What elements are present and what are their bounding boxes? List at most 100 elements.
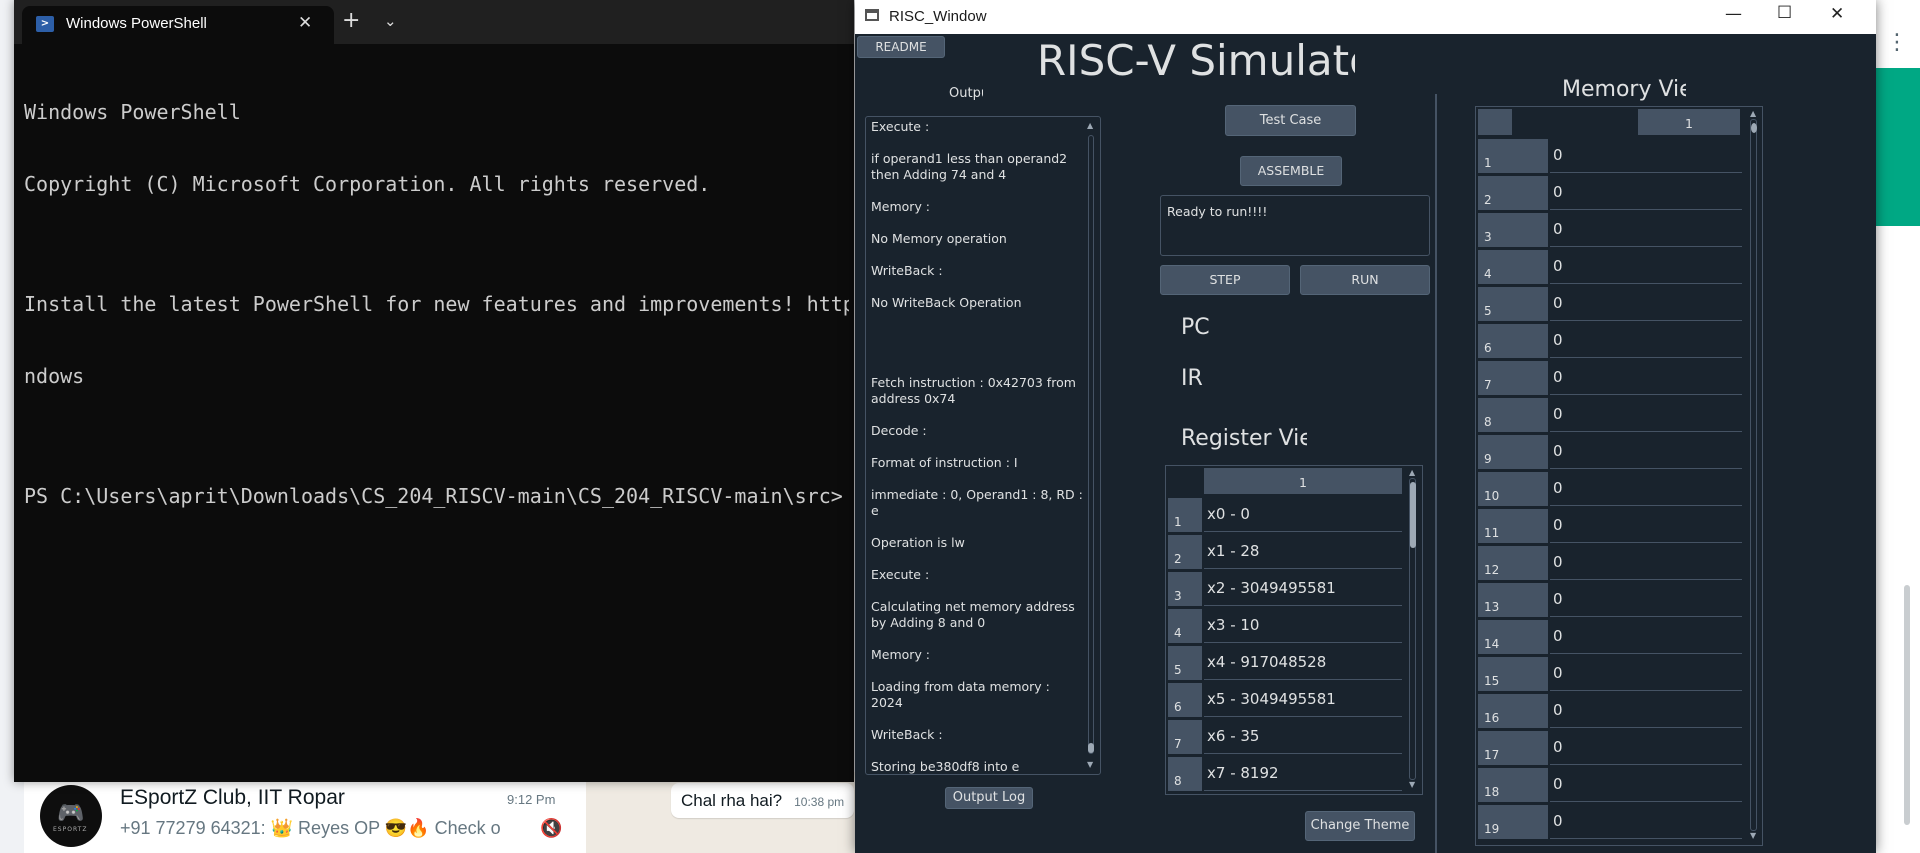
row-header: 16	[1478, 694, 1548, 728]
table-cell[interactable]: 0	[1550, 248, 1742, 284]
powershell-tab[interactable]: > Windows PowerShell ✕	[22, 6, 334, 44]
table-cell[interactable]: 0	[1550, 729, 1742, 765]
table-cell[interactable]: 0	[1550, 507, 1742, 543]
step-button[interactable]: STEP	[1160, 265, 1290, 295]
table-row[interactable]: 18 0	[1476, 766, 1742, 802]
table-row[interactable]: 14 0	[1476, 618, 1742, 654]
maximize-icon[interactable]: ☐	[1777, 3, 1792, 23]
table-cell[interactable]: 0	[1550, 766, 1742, 802]
table-row[interactable]: 4 x3 - 10	[1166, 607, 1402, 643]
chevron-down-icon[interactable]: ⌄	[384, 12, 397, 30]
table-cell[interactable]: x1 - 28	[1204, 533, 1402, 569]
table-row[interactable]: 5 x4 - 917048528	[1166, 644, 1402, 680]
register-table[interactable]: 1 1 x0 - 0 2 x1 - 28 3 x2 - 3049495581 4…	[1165, 465, 1423, 795]
table-row[interactable]: 16 0	[1476, 692, 1742, 728]
table-cell[interactable]: 0	[1550, 544, 1742, 580]
table-row[interactable]: 10 0	[1476, 470, 1742, 506]
table-cell[interactable]: x5 - 3049495581	[1204, 681, 1402, 717]
memory-value: 0	[1553, 590, 1563, 608]
scroll-up-icon[interactable]: ▲	[1409, 468, 1415, 477]
table-cell[interactable]: 0	[1550, 174, 1742, 210]
scroll-thumb[interactable]	[1088, 743, 1094, 753]
close-tab-icon[interactable]: ✕	[298, 13, 312, 33]
memory-scrollbar[interactable]: ▲ ▼	[1748, 109, 1760, 843]
minimize-icon[interactable]: —	[1725, 4, 1742, 24]
table-cell[interactable]: x4 - 917048528	[1204, 644, 1402, 680]
table-cell[interactable]: 0	[1550, 359, 1742, 395]
output-log-button[interactable]: Output Log	[945, 787, 1033, 809]
table-row[interactable]: 19 0	[1476, 803, 1742, 839]
table-cell[interactable]: 0	[1550, 211, 1742, 247]
table-row[interactable]: 17 0	[1476, 729, 1742, 765]
table-cell[interactable]: 0	[1550, 285, 1742, 321]
table-row[interactable]: 8 x7 - 8192	[1166, 755, 1402, 791]
table-row[interactable]: 11 0	[1476, 507, 1742, 543]
output-panel[interactable]: Execute : if operand1 less than operand2…	[865, 116, 1101, 775]
output-line: Loading from data memory : 2024	[871, 679, 1050, 710]
table-row[interactable]: 1 x0 - 0	[1166, 496, 1402, 532]
terminal-line: Copyright (C) Microsoft Corporation. All…	[24, 172, 711, 196]
assemble-button[interactable]: ASSEMBLE	[1240, 156, 1342, 186]
memory-table[interactable]: 1 1 0 2 0 3 0 4 0 5 0 6 0 7 0 8 0 9 0 10 0 11 0 12 0 13 0 14 0 15 0 16…	[1475, 106, 1763, 846]
whatsapp-scrollbar[interactable]	[1904, 585, 1910, 825]
table-cell[interactable]: 0	[1550, 433, 1742, 469]
table-cell[interactable]: 0	[1550, 618, 1742, 654]
status-box[interactable]: Ready to run!!!!	[1160, 195, 1430, 256]
table-row[interactable]: 60	[1476, 322, 1742, 358]
register-scrollbar[interactable]: ▲ ▼	[1407, 468, 1419, 792]
scroll-thumb[interactable]	[1751, 123, 1757, 133]
scroll-thumb[interactable]	[1410, 482, 1416, 548]
table-row[interactable]: 50	[1476, 285, 1742, 321]
table-row[interactable]: 13 0	[1476, 581, 1742, 617]
header-gap	[1550, 117, 1638, 135]
scroll-down-icon[interactable]: ▼	[1409, 780, 1415, 789]
table-row[interactable]: 90	[1476, 433, 1742, 469]
scroll-track[interactable]	[1750, 119, 1757, 831]
table-cell[interactable]: 0	[1550, 137, 1742, 173]
table-row[interactable]: 3 x2 - 3049495581	[1166, 570, 1402, 606]
table-cell[interactable]: 0	[1550, 322, 1742, 358]
table-row[interactable]: 20	[1476, 174, 1742, 210]
table-row[interactable]: 12 0	[1476, 544, 1742, 580]
table-cell[interactable]: x7 - 8192	[1204, 755, 1402, 791]
table-row[interactable]: 15 0	[1476, 655, 1742, 691]
scroll-track[interactable]	[1088, 135, 1094, 754]
scroll-up-icon[interactable]: ▲	[1087, 121, 1093, 130]
table-cell[interactable]: 0	[1550, 581, 1742, 617]
table-cell[interactable]: 0	[1550, 655, 1742, 691]
table-cell[interactable]: 0	[1550, 803, 1742, 839]
table-row[interactable]: 30	[1476, 211, 1742, 247]
close-icon[interactable]: ✕	[1830, 4, 1844, 24]
table-cell[interactable]: 0	[1550, 470, 1742, 506]
readme-button[interactable]: README	[857, 36, 945, 58]
memory-value: 0	[1553, 775, 1563, 793]
table-row[interactable]: 80	[1476, 396, 1742, 432]
scroll-down-icon[interactable]: ▼	[1087, 760, 1093, 769]
table-cell[interactable]: 0	[1550, 692, 1742, 728]
table-row[interactable]: 10	[1476, 137, 1742, 173]
table-row[interactable]: 70	[1476, 359, 1742, 395]
table-row[interactable]: 7 x6 - 35	[1166, 718, 1402, 754]
table-cell[interactable]: x0 - 0	[1204, 496, 1402, 532]
table-cell[interactable]: x6 - 35	[1204, 718, 1402, 754]
output-scrollbar[interactable]: ▲ ▼	[1085, 121, 1097, 770]
run-button[interactable]: RUN	[1300, 265, 1430, 295]
terminal-output[interactable]: Windows PowerShell Copyright (C) Microso…	[24, 52, 849, 772]
table-row[interactable]: 6 x5 - 3049495581	[1166, 681, 1402, 717]
chat-list-item[interactable]: 🎮 ESPORTZ ESportZ Club, IIT Ropar 9:12 P…	[24, 772, 586, 853]
message-bubble[interactable]: Chal rha hai? 10:38 pm	[671, 783, 855, 818]
table-cell[interactable]: x3 - 10	[1204, 607, 1402, 643]
more-options-icon[interactable]: ⋮	[1886, 30, 1908, 55]
table-row[interactable]: 40	[1476, 248, 1742, 284]
scroll-up-icon[interactable]: ▲	[1750, 109, 1756, 118]
new-tab-button[interactable]: +	[342, 8, 360, 33]
scroll-down-icon[interactable]: ▼	[1750, 831, 1756, 840]
change-theme-button[interactable]: Change Theme	[1305, 811, 1415, 841]
row-header: 2	[1168, 535, 1202, 569]
row-header: 17	[1478, 731, 1548, 765]
test-case-button[interactable]: Test Case	[1225, 105, 1356, 136]
table-cell[interactable]: x2 - 3049495581	[1204, 570, 1402, 606]
table-cell[interactable]: 0	[1550, 396, 1742, 432]
row-header: 1	[1168, 498, 1202, 532]
table-row[interactable]: 2 x1 - 28	[1166, 533, 1402, 569]
